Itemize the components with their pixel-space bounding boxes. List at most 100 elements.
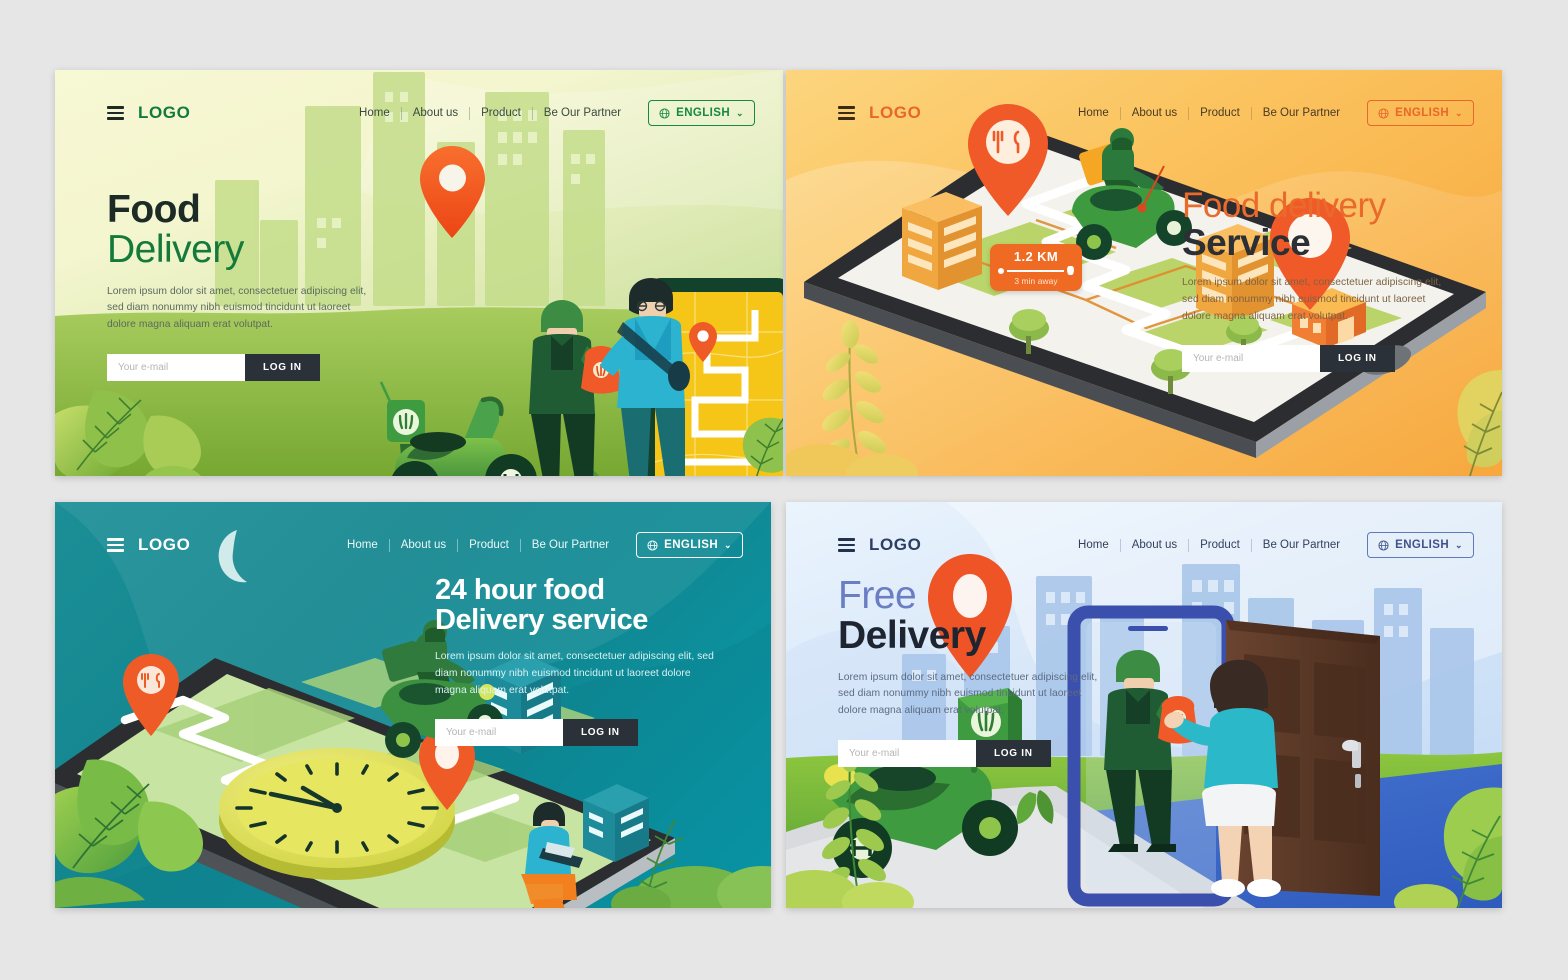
nav-link-product[interactable]: Product <box>1189 539 1251 551</box>
logo-text: LOGO <box>869 103 922 122</box>
hero-title-line1: Food delivery <box>1182 186 1386 225</box>
hero-title-line2: Delivery <box>107 227 244 271</box>
nav-link-about-us[interactable]: About us <box>1121 539 1188 551</box>
nav-separator <box>469 106 471 120</box>
nav-links: Home About us Product Be Our Partner ENG… <box>348 100 755 126</box>
login-button[interactable]: LOG IN <box>976 739 1051 767</box>
nav-link-product[interactable]: Product <box>470 107 532 119</box>
logo-text: LOGO <box>138 535 191 554</box>
brand[interactable]: LOGO <box>107 535 190 555</box>
nav-separator <box>531 106 533 120</box>
hero-section: Food Delivery Lorem ipsum dolor sit amet… <box>107 190 375 381</box>
nav-link-product[interactable]: Product <box>1189 107 1251 119</box>
globe-icon <box>1378 539 1389 551</box>
nav-separator <box>1250 106 1252 120</box>
hamburger-icon[interactable] <box>838 538 855 552</box>
brand[interactable]: LOGO <box>838 103 921 123</box>
login-button[interactable]: LOG IN <box>563 719 638 747</box>
landing-page-free-delivery: LOGO Home About us Product Be Our Partne… <box>786 502 1502 908</box>
nav-link-about-us[interactable]: About us <box>402 107 469 119</box>
language-selector[interactable]: ENGLISH ⌄ <box>1367 100 1474 126</box>
nav-separator <box>519 538 521 552</box>
nav-link-home[interactable]: Home <box>348 107 401 119</box>
hamburger-icon[interactable] <box>107 538 124 552</box>
nav-link-be-our-partner[interactable]: Be Our Partner <box>521 539 620 551</box>
email-input[interactable] <box>435 719 563 747</box>
login-button[interactable]: LOG IN <box>245 353 320 381</box>
chevron-down-icon: ⌄ <box>724 539 732 550</box>
hero-title-line2: Delivery service <box>435 603 648 636</box>
landing-page-set: LOGO Home About us Product Be Our Partne… <box>0 0 1568 980</box>
language-selector[interactable]: ENGLISH ⌄ <box>1367 532 1474 558</box>
logo-text: LOGO <box>138 103 191 122</box>
signup-form: LOG IN <box>838 739 1106 767</box>
top-navigation: LOGO Home About us Product Be Our Partne… <box>55 70 783 156</box>
hero-title-line1: Food <box>107 188 201 231</box>
chevron-down-icon: ⌄ <box>1455 107 1463 118</box>
hero-paragraph: Lorem ipsum dolor sit amet, consectetuer… <box>1182 277 1442 322</box>
top-navigation: LOGO Home About us Product Be Our Partne… <box>786 502 1502 588</box>
track-start-dot <box>998 267 1004 274</box>
nav-links: Home About us Product Be Our Partner ENG… <box>1067 100 1474 126</box>
nav-separator <box>400 106 402 120</box>
nav-link-be-our-partner[interactable]: Be Our Partner <box>1252 539 1351 551</box>
hero-paragraph: Lorem ipsum dolor sit amet, consectetuer… <box>107 285 367 330</box>
landing-page-24-hour-delivery: LOGO Home About us Product Be Our Partne… <box>55 502 771 908</box>
landing-page-food-delivery-service: 1.2 KM 3 min away LOGO Home About us Pro… <box>786 70 1502 476</box>
nav-link-product[interactable]: Product <box>458 539 520 551</box>
nav-separator <box>388 538 390 552</box>
nav-separator <box>1250 538 1252 552</box>
hero-paragraph: Lorem ipsum dolor sit amet, consectetuer… <box>838 671 1098 716</box>
hero-section: 24 hour food Delivery service Lorem ipsu… <box>435 575 725 747</box>
login-button[interactable]: LOG IN <box>1320 345 1395 373</box>
top-navigation: LOGO Home About us Product Be Our Partne… <box>55 502 771 588</box>
track-line <box>1007 270 1064 272</box>
map-building-left <box>902 192 982 290</box>
badge-eta: 3 min away <box>1014 276 1058 287</box>
nav-link-be-our-partner[interactable]: Be Our Partner <box>533 107 632 119</box>
email-input[interactable] <box>838 739 976 767</box>
nav-separator <box>1119 538 1121 552</box>
giant-clock <box>219 748 455 880</box>
hamburger-icon[interactable] <box>838 106 855 120</box>
nav-links: Home About us Product Be Our Partner ENG… <box>1067 532 1474 558</box>
brand[interactable]: LOGO <box>838 535 921 555</box>
nav-link-home[interactable]: Home <box>1067 107 1120 119</box>
hero-section: Free Delivery Lorem ipsum dolor sit amet… <box>838 576 1106 767</box>
brand[interactable]: LOGO <box>107 103 190 123</box>
hamburger-icon[interactable] <box>107 106 124 120</box>
nav-link-be-our-partner[interactable]: Be Our Partner <box>1252 107 1351 119</box>
landing-page-food-delivery: LOGO Home About us Product Be Our Partne… <box>55 70 783 476</box>
hero-paragraph: Lorem ipsum dolor sit amet, consectetuer… <box>435 651 714 696</box>
nav-separator <box>1188 538 1190 552</box>
language-label: ENGLISH <box>664 539 719 551</box>
nav-separator <box>457 538 459 552</box>
nav-link-home[interactable]: Home <box>1067 539 1120 551</box>
top-navigation: LOGO Home About us Product Be Our Partne… <box>786 70 1502 156</box>
nav-link-about-us[interactable]: About us <box>1121 107 1188 119</box>
nav-separator <box>1188 106 1190 120</box>
globe-icon <box>647 539 658 551</box>
track-end-pin-icon <box>1067 266 1074 276</box>
nav-link-home[interactable]: Home <box>336 539 389 551</box>
hero-section: Food delivery Service Lorem ipsum dolor … <box>1182 186 1450 373</box>
distance-badge: 1.2 KM 3 min away <box>990 244 1082 292</box>
logo-text: LOGO <box>869 535 922 554</box>
badge-distance: 1.2 KM <box>1013 249 1059 264</box>
language-selector[interactable]: ENGLISH ⌄ <box>648 100 755 126</box>
nav-links: Home About us Product Be Our Partner ENG… <box>336 532 743 558</box>
email-input[interactable] <box>107 353 245 381</box>
signup-form: LOG IN <box>1182 345 1450 373</box>
language-selector[interactable]: ENGLISH ⌄ <box>636 532 743 558</box>
language-label: ENGLISH <box>1395 539 1450 551</box>
badge-track <box>998 266 1074 276</box>
location-pin <box>420 146 485 238</box>
email-input[interactable] <box>1182 345 1320 373</box>
nav-link-about-us[interactable]: About us <box>390 539 457 551</box>
chevron-down-icon: ⌄ <box>1455 539 1463 550</box>
globe-icon <box>1378 107 1389 119</box>
chevron-down-icon: ⌄ <box>736 107 744 118</box>
hero-title-line2: Service <box>1182 221 1311 263</box>
globe-icon <box>659 107 670 119</box>
nav-separator <box>1119 106 1121 120</box>
